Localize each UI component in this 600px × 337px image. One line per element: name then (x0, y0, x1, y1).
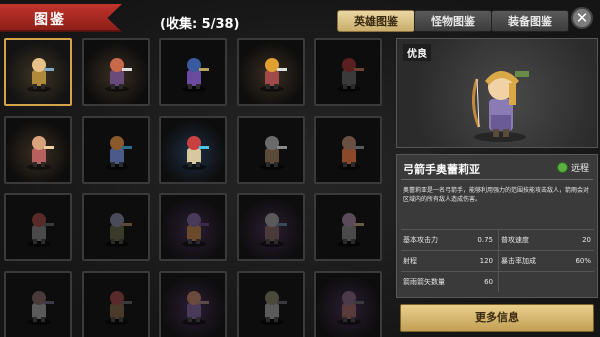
hero-card-spear[interactable] (237, 271, 305, 337)
hero-sprite (105, 58, 132, 92)
more-info-button[interactable]: 更多信息 (400, 304, 594, 332)
hero-card-crossbow[interactable] (237, 116, 305, 184)
hero-card-gunner[interactable] (237, 38, 305, 106)
hero-sprite (182, 213, 209, 247)
close-button[interactable]: ✕ (571, 7, 593, 29)
hero-sprite (182, 291, 209, 325)
hero-sprite (337, 58, 364, 92)
hero-sprite (27, 291, 54, 325)
divider (401, 179, 593, 180)
stat-attack-speed: 普攻速度 20 (498, 230, 595, 250)
hero-card-knight[interactable] (4, 193, 72, 261)
hero-card-rifle[interactable] (314, 271, 382, 337)
hero-sprite (182, 136, 209, 170)
hero-grid (4, 38, 392, 337)
stat-crit: 暴击率加成 60% (498, 251, 595, 271)
hero-sprite (337, 291, 364, 325)
hero-card-staff-monk[interactable] (82, 116, 150, 184)
range-label: 远程 (570, 164, 589, 174)
stat-empty (498, 272, 595, 292)
tab-equipment[interactable]: 装备图鉴 (491, 10, 569, 32)
hero-name: 弓箭手奥蕾莉亚 (403, 163, 480, 176)
hero-sprite (105, 213, 132, 247)
collection-counter: (收集: 5/38) (160, 17, 240, 32)
hero-info-card: 弓箭手奥蕾莉亚 远程 奥蕾莉亚是一名弓箭手，能够利用强力的范围技能攻击敌人，箭雨… (396, 154, 598, 298)
hero-description: 奥蕾莉亚是一名弓箭手，能够利用强力的范围技能攻击敌人，箭雨会对区域内的所有敌人造… (403, 187, 590, 203)
stat-range: 射程 120 (403, 257, 493, 265)
page-title: 图鉴 (34, 12, 66, 28)
hero-card-archer-girl[interactable] (4, 38, 72, 106)
hero-sprite (337, 213, 364, 247)
hero-card-brute[interactable] (237, 193, 305, 261)
hero-portrait-sprite (472, 71, 529, 142)
hero-portrait: 优良 (396, 38, 598, 148)
hero-card-hammer[interactable] (4, 271, 72, 337)
hero-card-swordsman[interactable] (82, 38, 150, 106)
hero-sprite (260, 136, 287, 170)
codex-screen: 图鉴 (收集: 5/38) 英雄图鉴 怪物图鉴 装备图鉴 ✕ 优良 弓箭手奥蕾莉… (0, 0, 600, 337)
hero-card-chainsaw[interactable] (314, 116, 382, 184)
hero-card-mage[interactable] (159, 38, 227, 106)
stat-arrow-count: 箭雨箭矢数量 60 (403, 278, 493, 286)
tab-monsters[interactable]: 怪物图鉴 (414, 10, 492, 32)
arrow-badge-icon (556, 162, 568, 173)
range-badge: 远程 (556, 161, 589, 174)
stats-row: 射程 120 暴击率加成 60% (401, 250, 594, 271)
hero-card-rogue[interactable] (314, 38, 382, 106)
hero-sprite (337, 136, 364, 170)
hero-card-cleric[interactable] (159, 271, 227, 337)
hero-sprite (260, 291, 287, 325)
hero-card-wizard[interactable] (159, 193, 227, 261)
hero-sprite (182, 58, 209, 92)
hero-sprite (260, 58, 287, 92)
hero-card-bunny-girl[interactable] (4, 116, 72, 184)
close-icon: ✕ (575, 9, 589, 27)
hero-sprite (105, 136, 132, 170)
stats-row: 箭雨箭矢数量 60 (401, 271, 594, 292)
hero-card-bomber[interactable] (82, 271, 150, 337)
tab-heroes[interactable]: 英雄图鉴 (337, 10, 415, 32)
hero-detail-panel: 优良 弓箭手奥蕾莉亚 远程 奥蕾莉亚是一名弓箭手，能够利用强力的范围技能攻击敌人… (396, 38, 598, 337)
hero-sprite (27, 58, 54, 92)
hero-card-archer-2[interactable] (82, 193, 150, 261)
hero-sprite (27, 213, 54, 247)
hero-sprite (105, 291, 132, 325)
stats-row: 基本攻击力 0.75 普攻速度 20 (401, 229, 594, 250)
stats-table: 基本攻击力 0.75 普攻速度 20 射程 120 暴击率加成 60% 箭雨箭矢数量 60 (401, 229, 594, 292)
stat-attack: 基本攻击力 0.75 (403, 236, 493, 244)
hero-sprite (260, 213, 287, 247)
hero-card-lancer[interactable] (159, 116, 227, 184)
hero-card-fighter[interactable] (314, 193, 382, 261)
hero-sprite (27, 136, 54, 170)
